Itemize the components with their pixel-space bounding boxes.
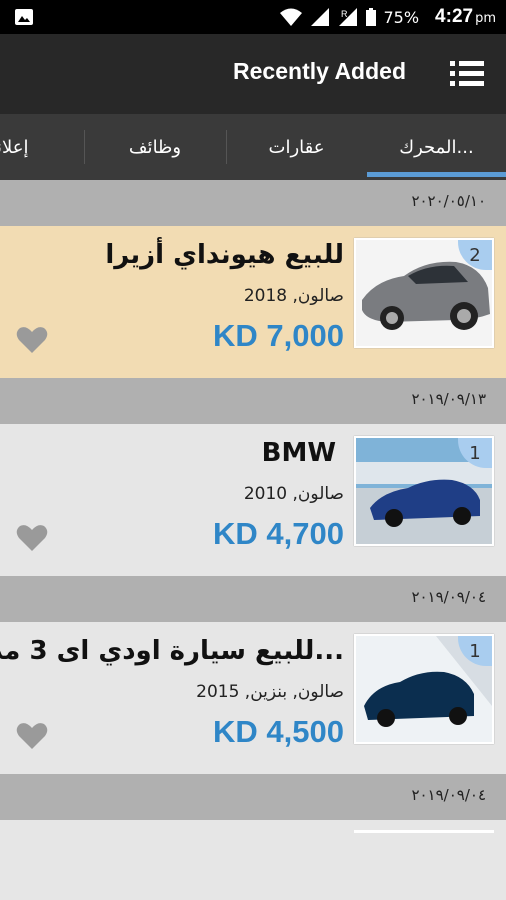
listing-photo: 1: [354, 634, 494, 744]
listing-photo: 1: [354, 436, 494, 546]
listing-title: للبيع سيارة اودي اى 3 مد...: [0, 636, 344, 666]
listing-card[interactable]: 1 BMW صالون, 2010 KD 4,700: [0, 424, 506, 576]
date-header: ٢٠١٩/٠٩/٠٤: [0, 576, 506, 622]
listing-card[interactable]: 1 للبيع سيارة اودي اى 3 مد... صالون, بنز…: [0, 622, 506, 774]
listing-details: صالون, 2018: [243, 286, 344, 306]
status-icons: R 75% 4:27 pm: [279, 0, 496, 34]
tab-real-estate[interactable]: عقارات: [226, 114, 367, 180]
tab-label: المحرك...: [399, 136, 474, 158]
listing-price: KD 4,500: [213, 714, 344, 749]
battery-icon: [366, 8, 377, 26]
battery-percent: 75%: [383, 7, 420, 27]
listing-card[interactable]: [0, 820, 506, 900]
listing-photo-edge: [354, 830, 494, 833]
svg-text:R: R: [341, 9, 348, 19]
tab-label: إعلانا: [0, 136, 29, 158]
image-notification-icon: [15, 9, 33, 25]
heart-icon[interactable]: [16, 524, 48, 552]
date-label: ٢٠١٩/٠٩/١٣: [411, 390, 486, 408]
clock-ampm: pm: [475, 11, 496, 26]
app-toolbar: Recently Added: [0, 34, 506, 114]
clock: 4:27: [435, 6, 474, 27]
date-label: ٢٠٢٠/٠٥/١٠: [411, 192, 486, 210]
category-tabs: المحرك... عقارات وظائف إعلانا: [0, 114, 506, 180]
date-header: ٢٠١٩/٠٩/٠٤: [0, 774, 506, 820]
listing-title: BMW: [261, 438, 336, 468]
listing-photo: 2: [354, 238, 494, 348]
wifi-icon: [280, 8, 303, 26]
page-title: Recently Added: [233, 58, 406, 84]
listing-price: KD 7,000: [213, 318, 344, 353]
listing-card[interactable]: 2 للبيع هيونداي أزيرا صالون, 2018 KD 7,0…: [0, 226, 506, 378]
tab-motors[interactable]: المحرك...: [367, 114, 506, 180]
listing-details: صالون, 2010: [243, 484, 344, 504]
date-label: ٢٠١٩/٠٩/٠٤: [411, 588, 486, 606]
tab-label: عقارات: [268, 136, 325, 158]
heart-icon[interactable]: [16, 326, 48, 354]
date-label: ٢٠١٩/٠٩/٠٤: [411, 786, 486, 804]
signal-icon: [311, 8, 330, 26]
listing-price: KD 4,700: [213, 516, 344, 551]
listing-details: صالون, بنزين, 2015: [196, 682, 344, 702]
status-bar: R 75% 4:27 pm: [0, 0, 506, 34]
listing-title: للبيع هيونداي أزيرا: [105, 240, 344, 270]
date-header: ٢٠٢٠/٠٥/١٠: [0, 180, 506, 226]
signal-roaming-icon: R: [339, 8, 358, 26]
tab-label: وظائف: [128, 136, 182, 158]
tab-jobs[interactable]: وظائف: [84, 114, 226, 180]
tab-ads[interactable]: إعلانا: [0, 114, 50, 180]
date-header: ٢٠١٩/٠٩/١٣: [0, 378, 506, 424]
active-tab-indicator: [367, 172, 506, 177]
heart-icon[interactable]: [16, 722, 48, 750]
list-menu-icon[interactable]: [450, 60, 484, 88]
